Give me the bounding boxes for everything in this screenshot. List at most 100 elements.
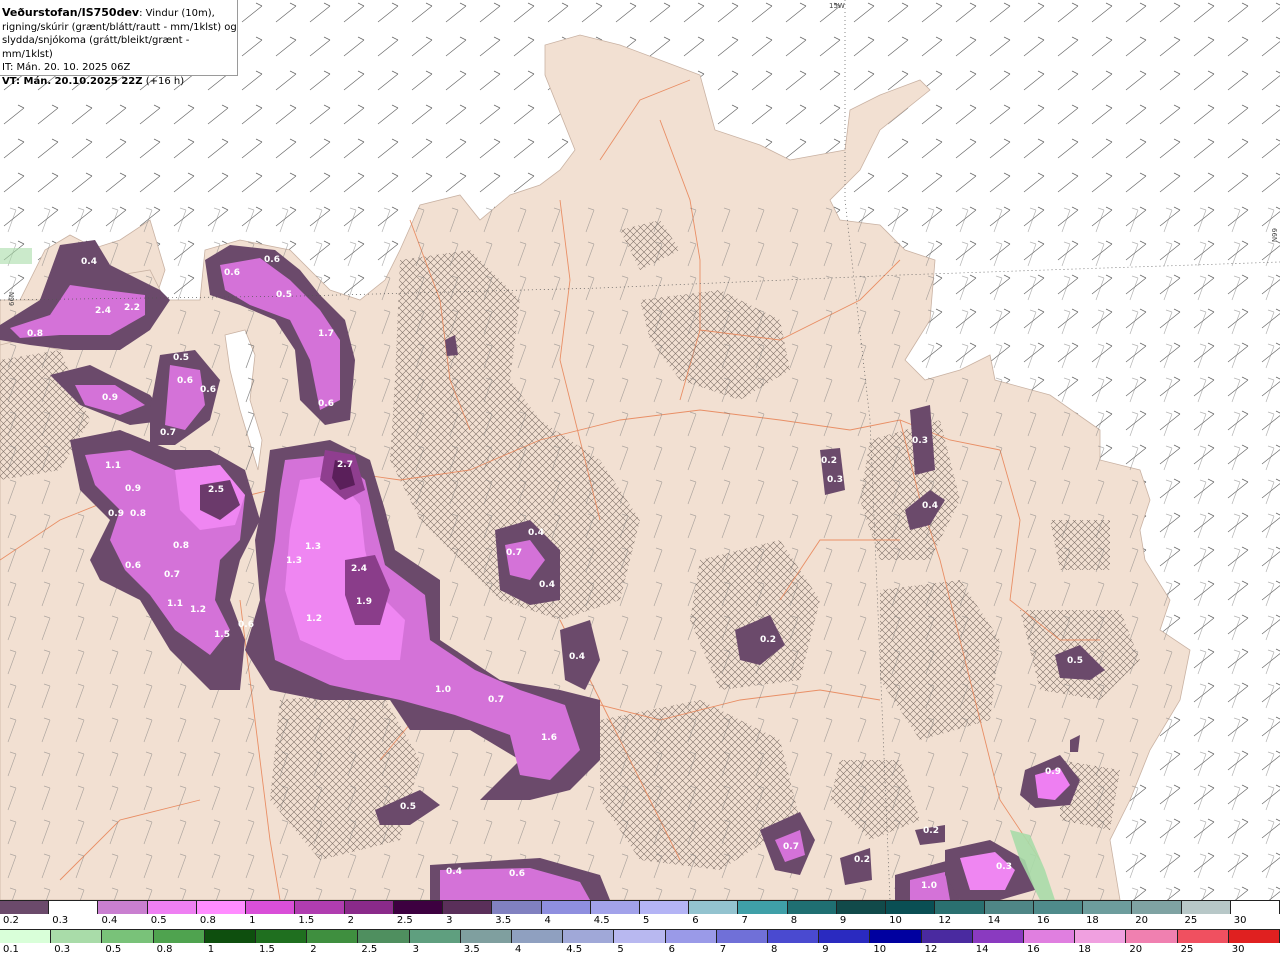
legend-swatch	[98, 901, 148, 914]
precip-value-label: 1.9	[356, 597, 372, 607]
legend-swatch	[984, 901, 1034, 914]
legend-swatch	[295, 901, 345, 914]
rain-patch-west	[0, 248, 32, 264]
legend-swatch	[886, 901, 936, 914]
precip-value-label: 0.3	[827, 475, 843, 485]
legend-label: 18	[1086, 915, 1099, 926]
precip-value-label: 1.5	[214, 630, 230, 640]
legend-swatch	[512, 930, 564, 943]
legend-swatch	[246, 901, 296, 914]
legend-label: 8	[771, 944, 778, 955]
legend-label: 1	[249, 915, 256, 926]
legend-swatch	[49, 901, 99, 914]
legend-label: 2	[347, 915, 354, 926]
precip-value-label: 0.7	[506, 548, 522, 558]
legend-swatch	[196, 901, 247, 914]
legend-label: 12	[924, 944, 938, 955]
valid-time: VT: Mán. 20.10.2025 22Z	[2, 75, 143, 87]
weather-map[interactable]: 15W 66N 66N 0.4 2.4 2.2 0.8 0.6 0.6 0.5 1.7 0.6 0…	[0, 0, 1280, 900]
legend-label: 0.3	[54, 944, 71, 955]
legend-swatch	[716, 930, 768, 943]
precip-value-label: 0.4	[569, 652, 585, 662]
legend-swatch	[393, 901, 444, 914]
issue-time: IT: Mán. 20. 10. 2025 06Z	[2, 62, 131, 74]
legend-label: 0.5	[150, 915, 167, 926]
legend-swatch	[1177, 930, 1229, 943]
legend-label: 10	[873, 944, 887, 955]
precip-value-label: 0.6	[224, 268, 240, 278]
precip-value-label: 0.6	[200, 385, 216, 395]
legend-swatch	[768, 930, 820, 943]
legend-swatch	[1033, 901, 1084, 914]
precip-value-label: 0.5	[1067, 656, 1083, 666]
precip-value-label: 0.8	[27, 329, 43, 339]
legend-label: 10	[889, 915, 902, 926]
legend-swatch	[0, 901, 50, 914]
legend-swatch	[787, 901, 837, 914]
legend-swatch	[147, 901, 197, 914]
precip-value-label: 0.9	[1045, 767, 1061, 777]
legend-label: 25	[1180, 944, 1194, 955]
precip-value-label: 0.7	[783, 842, 799, 852]
precip-value-label: 2.2	[124, 303, 140, 313]
legend-label: 12	[938, 915, 952, 926]
precip-value-label: 0.2	[923, 826, 939, 836]
legend-label: 16	[1027, 944, 1040, 955]
precip-value-label: 0.8	[173, 541, 189, 551]
legend-swatch	[443, 901, 493, 914]
legend-label: 3	[412, 944, 419, 955]
legend-swatch	[935, 901, 985, 914]
legend-swatch	[1132, 901, 1182, 914]
legend-label: 0.8	[199, 915, 216, 926]
precip-value-label: 2.4	[95, 306, 111, 316]
precip-value-label: 1.2	[306, 614, 322, 624]
legend-swatch	[1024, 930, 1076, 943]
precip-value-label: 1.1	[167, 599, 183, 609]
precip-value-label: 2.4	[351, 564, 367, 574]
precip-value-label: 1.6	[541, 733, 557, 743]
precip-value-label: 0.2	[760, 635, 776, 645]
legend-label: 0.3	[52, 915, 69, 926]
legend-swatch	[204, 930, 256, 943]
legend-swatch	[358, 930, 410, 943]
legend-label: 9	[839, 915, 847, 926]
legend-label: 1.5	[298, 915, 315, 926]
precip-value-label: 0.5	[400, 802, 416, 812]
legend-swatch	[0, 930, 52, 943]
grid-label-left: 66N	[8, 292, 16, 306]
legend-swatch	[819, 930, 871, 943]
legend-swatch	[51, 930, 103, 943]
precip-value-label: 1.0	[435, 685, 451, 695]
legend-label: 1.5	[259, 944, 275, 955]
legend-label: 20	[1135, 915, 1149, 926]
legend-label: 3.5	[463, 944, 480, 955]
legend-label: 1	[207, 944, 215, 955]
description-line-2: rigning/skúrir (grænt/blátt/rautt - mm/1…	[2, 21, 237, 33]
legend-label: 0.5	[105, 944, 122, 955]
legend-label: 5	[617, 944, 624, 955]
precip-value-label: 0.6	[177, 376, 193, 386]
precip-value-label: 0.4	[922, 501, 938, 511]
legend-label: 8	[790, 915, 798, 926]
precip-value-label: 0.9	[102, 393, 118, 403]
precip-value-label: 0.7	[160, 428, 176, 438]
legend-swatch	[870, 930, 922, 943]
precip-value-label: 0.3	[912, 436, 928, 446]
legend-label: 18	[1078, 944, 1091, 955]
legend-label: 4	[515, 944, 522, 955]
precip-value-label: 0.5	[173, 353, 189, 363]
legend-swatch	[614, 930, 666, 943]
legend-label: 7	[719, 944, 727, 955]
precip-value-label: 2.5	[208, 485, 224, 495]
precip-value-label: 0.6	[509, 869, 525, 879]
legend-swatch	[1228, 930, 1280, 943]
precip-value-label: 0.7	[164, 570, 180, 580]
precip-value-label: 0.6	[264, 255, 280, 265]
legend-label: 4.5	[566, 944, 583, 955]
legend-swatch	[689, 901, 739, 914]
legend-label: 2.5	[396, 915, 413, 926]
legend-label: 2	[310, 944, 317, 955]
legend-swatch	[921, 930, 973, 943]
lead-time: (+16 h)	[145, 75, 185, 87]
legend-swatch	[1230, 901, 1280, 914]
